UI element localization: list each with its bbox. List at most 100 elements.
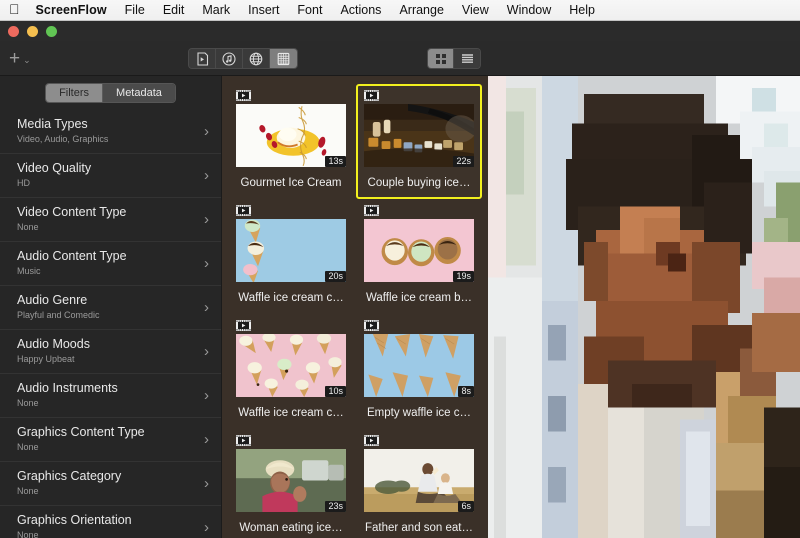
media-thumbnail: 13s xyxy=(236,104,346,167)
filter-value: Happy Upbeat xyxy=(17,353,198,366)
media-item[interactable]: 8s Empty waffle ice c… xyxy=(356,314,482,429)
tab-metadata[interactable]: Metadata xyxy=(103,84,175,102)
chevron-right-icon: › xyxy=(204,256,209,271)
media-item-title: Couple buying ice… xyxy=(364,176,474,190)
sidebar-tabs: Filters Metadata xyxy=(0,76,221,110)
duration-badge: 19s xyxy=(453,271,474,282)
menu-item-window[interactable]: Window xyxy=(507,3,551,17)
globe-icon xyxy=(249,52,263,66)
video-clip-icon xyxy=(364,320,379,331)
menu-item-font[interactable]: Font xyxy=(297,3,322,17)
library-toolbar: + ⌄ xyxy=(0,41,800,76)
filter-title: Audio Genre xyxy=(17,293,198,308)
filter-value: None xyxy=(17,397,198,410)
media-thumbnail: 6s xyxy=(364,449,474,512)
menu-item-mark[interactable]: Mark xyxy=(202,3,230,17)
duration-badge: 23s xyxy=(325,501,346,512)
list-view-icon xyxy=(461,53,474,65)
filter-row-graphics-orientation[interactable]: Graphics Orientation None › xyxy=(0,506,221,538)
video-clip-icon xyxy=(236,205,251,216)
media-thumbnail: 20s xyxy=(236,219,346,282)
video-clip-icon xyxy=(236,435,251,446)
filter-title: Audio Instruments xyxy=(17,381,198,396)
plus-icon: + xyxy=(9,49,20,68)
media-preview-pane[interactable] xyxy=(488,76,800,538)
apple-logo-icon[interactable]:  xyxy=(9,2,20,16)
chevron-right-icon: › xyxy=(204,432,209,447)
duration-badge: 10s xyxy=(325,386,346,397)
filter-value: None xyxy=(17,485,198,498)
filter-title: Graphics Orientation xyxy=(17,513,198,528)
chevron-right-icon: › xyxy=(204,168,209,183)
menu-item-help[interactable]: Help xyxy=(569,3,595,17)
media-thumbnail: 23s xyxy=(236,449,346,512)
filter-value: Video, Audio, Graphics xyxy=(17,133,198,146)
media-item[interactable]: 20s Waffle ice cream c… xyxy=(228,199,354,314)
menu-item-app-name[interactable]: ScreenFlow xyxy=(36,3,107,17)
media-item-selected[interactable]: 22s Couple buying ice… xyxy=(356,84,482,199)
chevron-right-icon: › xyxy=(204,124,209,139)
menu-item-edit[interactable]: Edit xyxy=(163,3,185,17)
media-item-title: Gourmet Ice Cream xyxy=(236,176,346,190)
media-library-icon xyxy=(196,52,209,66)
filter-title: Video Quality xyxy=(17,161,198,176)
media-thumbnail: 8s xyxy=(364,334,474,397)
filter-row-video-content-type[interactable]: Video Content Type None › xyxy=(0,198,221,242)
source-tab-stock-media[interactable] xyxy=(270,49,297,68)
menu-item-view[interactable]: View xyxy=(462,3,489,17)
media-item-title: Waffle ice cream c… xyxy=(236,291,346,305)
media-item-title: Waffle ice cream b… xyxy=(364,291,474,305)
video-clip-icon xyxy=(236,320,251,331)
filter-row-graphics-category[interactable]: Graphics Category None › xyxy=(0,462,221,506)
chevron-down-icon: ⌄ xyxy=(23,55,31,66)
filter-row-audio-moods[interactable]: Audio Moods Happy Upbeat › xyxy=(0,330,221,374)
duration-badge: 8s xyxy=(458,386,474,397)
filter-row-audio-content-type[interactable]: Audio Content Type Music › xyxy=(0,242,221,286)
filter-row-media-types[interactable]: Media Types Video, Audio, Graphics › xyxy=(0,110,221,154)
filter-row-audio-genre[interactable]: Audio Genre Playful and Comedic › xyxy=(0,286,221,330)
media-thumbnail: 19s xyxy=(364,219,474,282)
add-media-button[interactable]: + ⌄ xyxy=(9,49,31,68)
chevron-right-icon: › xyxy=(204,344,209,359)
source-segmented-control xyxy=(188,48,298,69)
close-window-button[interactable] xyxy=(8,26,19,37)
chevron-right-icon: › xyxy=(204,476,209,491)
chevron-right-icon: › xyxy=(204,520,209,535)
tab-filters[interactable]: Filters xyxy=(46,84,103,102)
window-titlebar xyxy=(0,21,800,41)
media-item-title: Waffle ice cream c… xyxy=(236,406,346,420)
maximize-window-button[interactable] xyxy=(46,26,57,37)
media-item[interactable]: 23s Woman eating ice… xyxy=(228,429,354,538)
source-tab-music[interactable] xyxy=(216,49,243,68)
chevron-right-icon: › xyxy=(204,388,209,403)
filter-row-graphics-content-type[interactable]: Graphics Content Type None › xyxy=(0,418,221,462)
media-item[interactable]: 13s Gourmet Ice Cream xyxy=(228,84,354,199)
source-tab-web[interactable] xyxy=(243,49,270,68)
video-clip-icon xyxy=(364,205,379,216)
filters-sidebar: Filters Metadata Media Types Video, Audi… xyxy=(0,76,222,538)
window-controls xyxy=(8,26,57,37)
media-item[interactable]: 10s Waffle ice cream c… xyxy=(228,314,354,429)
media-item-title: Father and son eat… xyxy=(364,521,474,535)
media-item[interactable]: 6s Father and son eat… xyxy=(356,429,482,538)
minimize-window-button[interactable] xyxy=(27,26,38,37)
filter-value: None xyxy=(17,529,198,538)
menu-item-insert[interactable]: Insert xyxy=(248,3,279,17)
filter-row-audio-instruments[interactable]: Audio Instruments None › xyxy=(0,374,221,418)
preview-image xyxy=(488,76,800,538)
list-view-button[interactable] xyxy=(454,49,480,68)
grid-view-button[interactable] xyxy=(428,49,454,68)
menu-item-file[interactable]: File xyxy=(125,3,145,17)
filter-value: None xyxy=(17,441,198,454)
macos-menu-bar:  ScreenFlow File Edit Mark Insert Font … xyxy=(0,0,800,21)
filter-row-video-quality[interactable]: Video Quality HD › xyxy=(0,154,221,198)
menu-item-arrange[interactable]: Arrange xyxy=(399,3,443,17)
filter-title: Video Content Type xyxy=(17,205,198,220)
menu-item-actions[interactable]: Actions xyxy=(340,3,381,17)
source-tab-media-library[interactable] xyxy=(189,49,216,68)
filter-value: HD xyxy=(17,177,198,190)
duration-badge: 13s xyxy=(325,156,346,167)
media-item-title: Woman eating ice… xyxy=(236,521,346,535)
media-item[interactable]: 19s Waffle ice cream b… xyxy=(356,199,482,314)
media-grid-pane[interactable]: 13s Gourmet Ice Cream xyxy=(222,76,488,538)
